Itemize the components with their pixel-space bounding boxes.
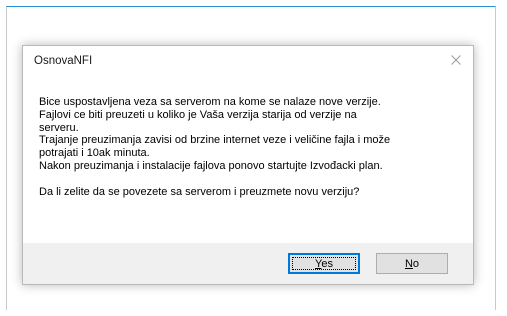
close-icon <box>451 55 461 65</box>
yes-button-label-rest: es <box>321 257 333 270</box>
no-button-mnemonic: N <box>404 257 413 270</box>
no-button[interactable]: No <box>376 253 448 274</box>
close-button[interactable] <box>441 48 471 72</box>
no-button-label-rest: o <box>412 257 420 270</box>
message-line: Fajlovi ce biti preuzeti u koliko je Vaš… <box>39 108 357 121</box>
yes-button-label: Yes <box>315 258 333 270</box>
message-spacer <box>39 173 459 186</box>
dialog-title: OsnovaNFI <box>34 55 93 67</box>
message-question: Da li zelite da se povezete sa serverom … <box>39 185 360 198</box>
dialog-button-bar: Yes No <box>23 243 473 284</box>
message-line: Nakon preuzimanja i instalacije fajlova … <box>39 159 383 172</box>
dialog-titlebar[interactable]: OsnovaNFI <box>23 46 473 76</box>
no-button-label: No <box>405 258 419 270</box>
message-line: potrajati i 10ak minuta. <box>39 147 150 160</box>
yes-button[interactable]: Yes <box>288 253 360 274</box>
message-line: serveru. <box>39 121 79 134</box>
message-dialog: OsnovaNFI Bice uspostavljena veza sa ser… <box>22 45 474 285</box>
background-window-accent-line <box>7 6 495 7</box>
message-line: Bice uspostavljena veza sa serverom na k… <box>39 96 381 108</box>
dialog-message: Bice uspostavljena veza sa serverom na k… <box>39 96 459 198</box>
message-line: Trajanje preuzimanja zavisi od brzine in… <box>39 134 391 147</box>
